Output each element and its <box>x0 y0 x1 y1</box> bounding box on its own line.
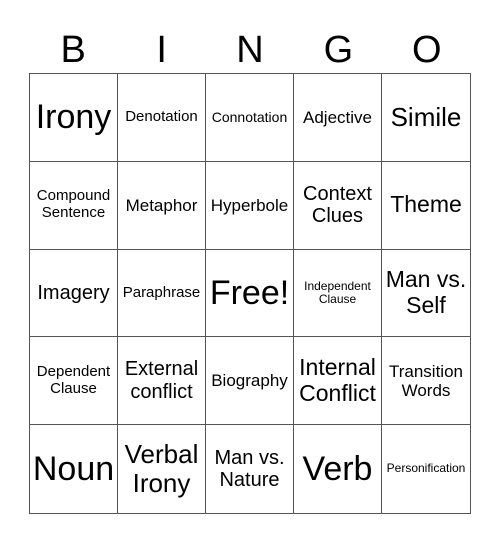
bingo-cell[interactable]: Denotation <box>118 74 206 162</box>
bingo-cell[interactable]: Simile <box>382 74 470 162</box>
bingo-cell[interactable]: Internal Conflict <box>294 337 382 426</box>
bingo-cell[interactable]: Personification <box>382 425 470 513</box>
bingo-cell[interactable]: Verbal Irony <box>118 425 206 513</box>
bingo-cell[interactable]: Metaphor <box>118 161 206 250</box>
bingo-cell[interactable]: Independent Clause <box>294 249 382 338</box>
bingo-cell[interactable]: Context Clues <box>294 161 382 250</box>
bingo-cell[interactable]: Compound Sentence <box>30 161 118 250</box>
bingo-cell[interactable]: Adjective <box>294 74 382 162</box>
bingo-cell[interactable]: External conflict <box>118 337 206 426</box>
bingo-cell[interactable]: Paraphrase <box>118 249 206 338</box>
bingo-header: B I N G O <box>29 30 471 70</box>
bingo-cell[interactable]: Theme <box>382 162 470 250</box>
bingo-cell[interactable]: Verb <box>294 425 382 513</box>
bingo-cell[interactable]: Connotation <box>206 74 294 162</box>
header-letter-n: N <box>236 29 264 71</box>
bingo-cell[interactable]: Man vs. Self <box>382 250 470 338</box>
bingo-cell[interactable]: Man vs. Nature <box>206 425 294 513</box>
bingo-cell[interactable]: Hyperbole <box>206 161 294 250</box>
header-letter-o: O <box>412 29 442 71</box>
header-letter-b: B <box>60 29 86 71</box>
bingo-board: Irony Denotation Connotation Adjective S… <box>29 73 471 514</box>
bingo-cell[interactable]: Dependent Clause <box>30 337 118 426</box>
bingo-cell[interactable]: Transition Words <box>382 337 470 426</box>
header-letter-g: G <box>323 29 354 71</box>
free-space-cell[interactable]: Free! <box>206 249 294 338</box>
bingo-cell[interactable]: Irony <box>30 74 118 162</box>
bingo-cell[interactable]: Noun <box>30 425 118 513</box>
bingo-cell[interactable]: Biography <box>206 337 294 426</box>
bingo-cell[interactable]: Imagery <box>30 249 118 338</box>
header-letter-i: I <box>156 29 167 71</box>
